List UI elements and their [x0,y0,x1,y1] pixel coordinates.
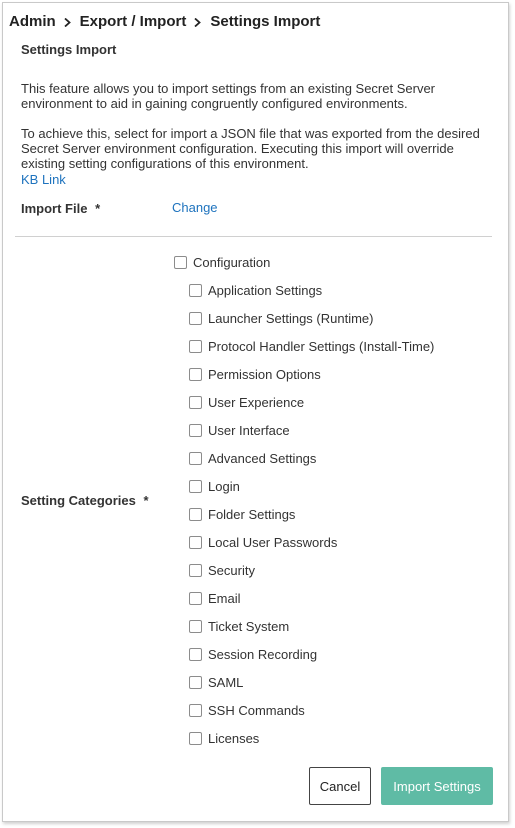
category-label: Launcher Settings (Runtime) [208,311,374,326]
checkbox-user-experience[interactable] [189,396,202,409]
kb-link[interactable]: KB Link [21,172,66,187]
category-session-recording[interactable]: Session Recording [189,647,317,662]
change-file-link[interactable]: Change [172,200,218,215]
checkbox-email[interactable] [189,592,202,605]
checkbox-advanced-settings[interactable] [189,452,202,465]
checkbox-login[interactable] [189,480,202,493]
category-label: User Experience [208,395,305,410]
required-mark: * [143,493,149,508]
category-email[interactable]: Email [189,591,241,606]
category-label: Session Recording [208,647,318,662]
category-configuration[interactable]: Configuration [174,255,270,270]
import-settings-button[interactable]: Import Settings [381,767,493,805]
category-ssh-commands[interactable]: SSH Commands [189,703,305,718]
category-protocol-handler-settings[interactable]: Protocol Handler Settings (Install-Time) [189,339,434,354]
category-label: User Interface [208,423,290,438]
checkbox-launcher-settings[interactable] [189,312,202,325]
category-licenses[interactable]: Licenses [189,731,259,746]
category-security[interactable]: Security [189,563,255,578]
category-user-interface[interactable]: User Interface [189,423,290,438]
category-label: Local User Passwords [208,535,338,550]
checkbox-permission-options[interactable] [189,368,202,381]
category-label: Ticket System [208,619,290,634]
category-label: Permission Options [208,367,321,382]
checkbox-configuration[interactable] [174,256,187,269]
divider [15,236,492,237]
breadcrumb: Admin Export / Import Settings Import [9,13,320,30]
chevron-right-icon [64,18,71,27]
checkbox-user-interface[interactable] [189,424,202,437]
checkbox-security[interactable] [189,564,202,577]
category-label: Application Settings [208,283,323,298]
chevron-right-icon [194,18,202,27]
category-label: Advanced Settings [208,451,317,466]
category-label: SSH Commands [208,703,305,718]
category-advanced-settings[interactable]: Advanced Settings [189,451,316,466]
description-paragraph-2: To achieve this, select for import a JSO… [21,126,480,171]
category-local-user-passwords[interactable]: Local User Passwords [189,535,337,550]
checkbox-application-settings[interactable] [189,284,202,297]
category-label: Folder Settings [208,507,296,522]
checkbox-protocol-handler-settings[interactable] [189,340,202,353]
description-paragraph-1: This feature allows you to import settin… [21,81,436,111]
settings-import-panel [2,2,509,822]
category-launcher-settings[interactable]: Launcher Settings (Runtime) [189,311,373,326]
breadcrumb-settings-import: Settings Import [210,13,321,30]
category-permission-options[interactable]: Permission Options [189,367,321,382]
checkbox-saml[interactable] [189,676,202,689]
category-user-experience[interactable]: User Experience [189,395,304,410]
checkbox-ticket-system[interactable] [189,620,202,633]
section-title: Settings Import [21,42,117,57]
cancel-button[interactable]: Cancel [309,767,371,805]
checkbox-session-recording[interactable] [189,648,202,661]
category-label: Login [208,479,240,494]
category-label: Security [208,563,255,578]
checkbox-local-user-passwords[interactable] [189,536,202,549]
breadcrumb-admin[interactable]: Admin [9,13,56,30]
category-label: SAML [208,675,244,690]
category-label: Protocol Handler Settings (Install-Time) [208,339,435,354]
setting-categories-label: Setting Categories * [21,493,149,508]
import-file-label-text: Import File [21,201,88,216]
checkbox-licenses[interactable] [189,732,202,745]
required-mark: * [95,201,101,216]
category-login[interactable]: Login [189,479,240,494]
category-saml[interactable]: SAML [189,675,243,690]
category-ticket-system[interactable]: Ticket System [189,619,289,634]
category-folder-settings[interactable]: Folder Settings [189,507,295,522]
category-label: Email [208,591,241,606]
category-label: Configuration [193,255,271,270]
checkbox-ssh-commands[interactable] [189,704,202,717]
checkbox-folder-settings[interactable] [189,508,202,521]
import-file-label: Import File * [21,201,100,216]
category-label: Licenses [208,731,260,746]
setting-categories-label-text: Setting Categories [21,493,136,508]
category-application-settings[interactable]: Application Settings [189,283,322,298]
breadcrumb-export-import[interactable]: Export / Import [80,13,187,30]
